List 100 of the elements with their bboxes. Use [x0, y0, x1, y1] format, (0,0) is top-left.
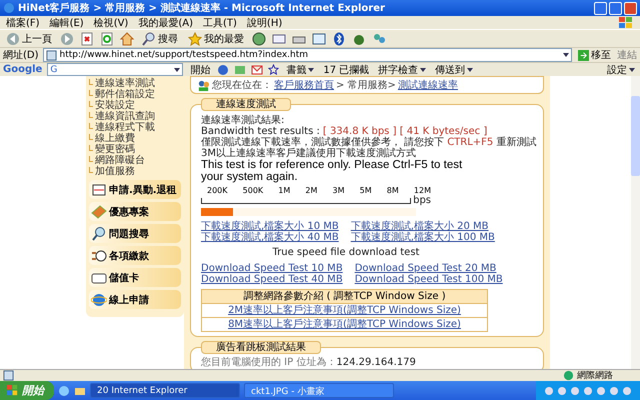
favorites-button[interactable]: 我的最愛 — [186, 32, 246, 46]
back-button[interactable]: 上一頁 — [4, 32, 54, 46]
windows-logo-icon — [618, 16, 634, 30]
search-icon — [142, 32, 156, 46]
breadcrumb-link[interactable]: 客戶服務首頁 — [274, 78, 334, 92]
scale-label: 200K — [207, 186, 228, 195]
scale-label: 12M — [414, 186, 431, 195]
section-heading: True speed file download test — [272, 247, 420, 258]
dropdown-icon — [174, 68, 180, 72]
note-text: 重新測試 — [496, 137, 536, 148]
start-button[interactable]: 開始 — [188, 62, 212, 76]
breadcrumb-label: 您現在位在： — [212, 79, 272, 92]
sidebar-button[interactable]: 問題搜尋 — [89, 224, 181, 243]
reference-text: This test is for reference only. Please Ctrl-F5 to test your system again. — [201, 159, 464, 183]
breadcrumb-link[interactable]: 測試連線速率 — [398, 78, 458, 92]
bandwidth-value: [ 334.8 K bps ] [ 41 K bytes/sec ] — [322, 126, 488, 137]
start-button[interactable]: 開始 — [0, 381, 54, 400]
menu-item[interactable]: 我的最愛(A) — [138, 16, 193, 30]
dropdown-icon — [308, 68, 314, 72]
unit-label: bps — [413, 195, 431, 206]
star-icon[interactable] — [268, 64, 280, 75]
download-link[interactable]: 下載速度測試,檔案大小 100 MB — [350, 232, 495, 243]
dropdown-icon — [467, 68, 474, 72]
scale-label: 3M — [332, 186, 345, 195]
book-icon — [91, 204, 107, 220]
panel-title: 廣告看跳板測試結果 — [201, 341, 321, 354]
media-icon[interactable] — [252, 32, 266, 46]
result-label: 連線速率測試結果: — [201, 115, 286, 126]
sidebar-link[interactable]: 連線程式下載 — [95, 122, 155, 133]
coin-icon — [91, 248, 107, 264]
scale-label: 5M — [360, 186, 372, 195]
download-link[interactable]: Download Speed Test 20 MB — [354, 263, 503, 274]
sidebar-link[interactable]: 安裝設定 — [95, 100, 135, 111]
shortcut-text: CTRL+F5 — [447, 137, 494, 148]
scale-label: 8M — [386, 186, 399, 195]
download-link[interactable]: Download Speed Test 100 MB — [354, 274, 503, 285]
menu-item[interactable]: 檢視(V) — [94, 16, 128, 30]
picture-icon[interactable] — [234, 64, 246, 76]
address-field[interactable]: http://www.hinet.net/support/testspeed.htm?index.htm — [42, 48, 572, 62]
sidebar-button[interactable]: 線上申請 — [89, 290, 181, 309]
minimize-button[interactable] — [594, 2, 607, 14]
scale-label: 500K — [242, 186, 264, 195]
scrollbar[interactable] — [631, 76, 640, 369]
scale-label: 1M — [278, 186, 290, 195]
magnifier-icon — [91, 226, 107, 242]
menu-item[interactable]: 工具(T) — [203, 16, 237, 30]
sidebar-link[interactable]: 郵件信箱設定 — [95, 89, 155, 100]
menu-item[interactable]: 檔案(F) — [6, 16, 40, 30]
globe-icon[interactable] — [217, 64, 230, 76]
popup-blocker-button[interactable]: 17 已攔截 — [321, 62, 372, 76]
dropdown-icon — [629, 68, 635, 72]
refresh-icon[interactable] — [100, 32, 114, 46]
sidebar-link[interactable]: 網路障礙台 — [95, 155, 145, 166]
bandwidth-label: Bandwidth test results : — [201, 126, 320, 137]
sidebar-link[interactable]: 加值服務 — [95, 166, 135, 177]
download-link[interactable]: Download Speed Test 10 MB — [201, 263, 343, 274]
maximize-button[interactable] — [609, 2, 622, 14]
sidebar-button[interactable]: 各項繳款 — [89, 246, 181, 265]
download-link[interactable]: Download Speed Test 40 MB — [201, 274, 343, 285]
download-link[interactable]: 下載速度測試,檔案大小 10 MB — [201, 221, 339, 232]
note-text: 僅限測試連線下載速率，測試數據僅供參考， 請您按下 — [201, 137, 444, 148]
download-link[interactable]: 下載速度測試,檔案大小 40 MB — [201, 232, 339, 243]
scale-label: 2M — [305, 186, 318, 195]
go-button[interactable]: 移至 — [576, 48, 613, 62]
ip-label: 您目前電腦使用的 IP 位址為： — [201, 357, 336, 368]
search-button[interactable]: 搜尋 — [140, 32, 180, 46]
stop-icon[interactable] — [80, 32, 94, 46]
sidebar-link[interactable]: 線上繳費 — [95, 133, 135, 144]
home-icon[interactable] — [120, 32, 134, 46]
bluetooth-icon[interactable] — [332, 32, 346, 46]
sidebar-button[interactable]: 申請.異動.退租 — [89, 180, 181, 199]
note-text: 3M以上連線速率客戶建議使用下載速度測試方式 — [201, 148, 417, 159]
globe-icon — [563, 370, 574, 381]
sidebar-link[interactable]: 變更密碼 — [95, 144, 135, 155]
panel-title: 連線速度測試 — [201, 98, 291, 111]
sidebar-link[interactable]: 連線資訊查詢 — [95, 111, 155, 122]
sidebar-button[interactable]: 優惠專案 — [89, 202, 181, 221]
table-header: 調整網路參數介紹 ( 調整TCP Window Size ) — [202, 290, 487, 303]
dropdown-icon — [420, 68, 426, 72]
arrow-icon — [578, 50, 589, 60]
zone-label: 網際網路 — [577, 370, 614, 382]
tcp-link[interactable]: 2M速率以上客戶注意事項(調整TCP Windows Size) — [228, 305, 461, 316]
taskbar-button[interactable]: 20 Internet Explorer — [90, 383, 240, 398]
page-icon — [46, 50, 57, 60]
menu-item[interactable]: 編輯(E) — [50, 16, 84, 30]
page-icon — [3, 370, 14, 381]
windows-logo-icon — [6, 384, 19, 397]
google-logo: Google — [3, 64, 42, 75]
breadcrumb-separator: > 常用服務> — [336, 78, 396, 92]
sidebar-button[interactable]: 儲值卡 — [89, 268, 181, 287]
menu-item[interactable]: 說明(H) — [246, 16, 282, 30]
close-button[interactable] — [624, 2, 637, 14]
star-icon — [188, 32, 202, 46]
taskbar-button[interactable]: ckt1.JPG - 小畫家 — [244, 383, 394, 398]
form-icon — [91, 182, 107, 198]
tcp-link[interactable]: 8M速率以上客戶注意事項(調整TCP Windows Size) — [228, 319, 461, 330]
sidebar-link[interactable]: 連線速率測試 — [95, 78, 155, 89]
google-search-field[interactable]: G — [47, 63, 184, 76]
download-link[interactable]: 下載速度測試,檔案大小 20 MB — [350, 221, 495, 232]
links-label[interactable]: 連結 — [617, 48, 637, 62]
